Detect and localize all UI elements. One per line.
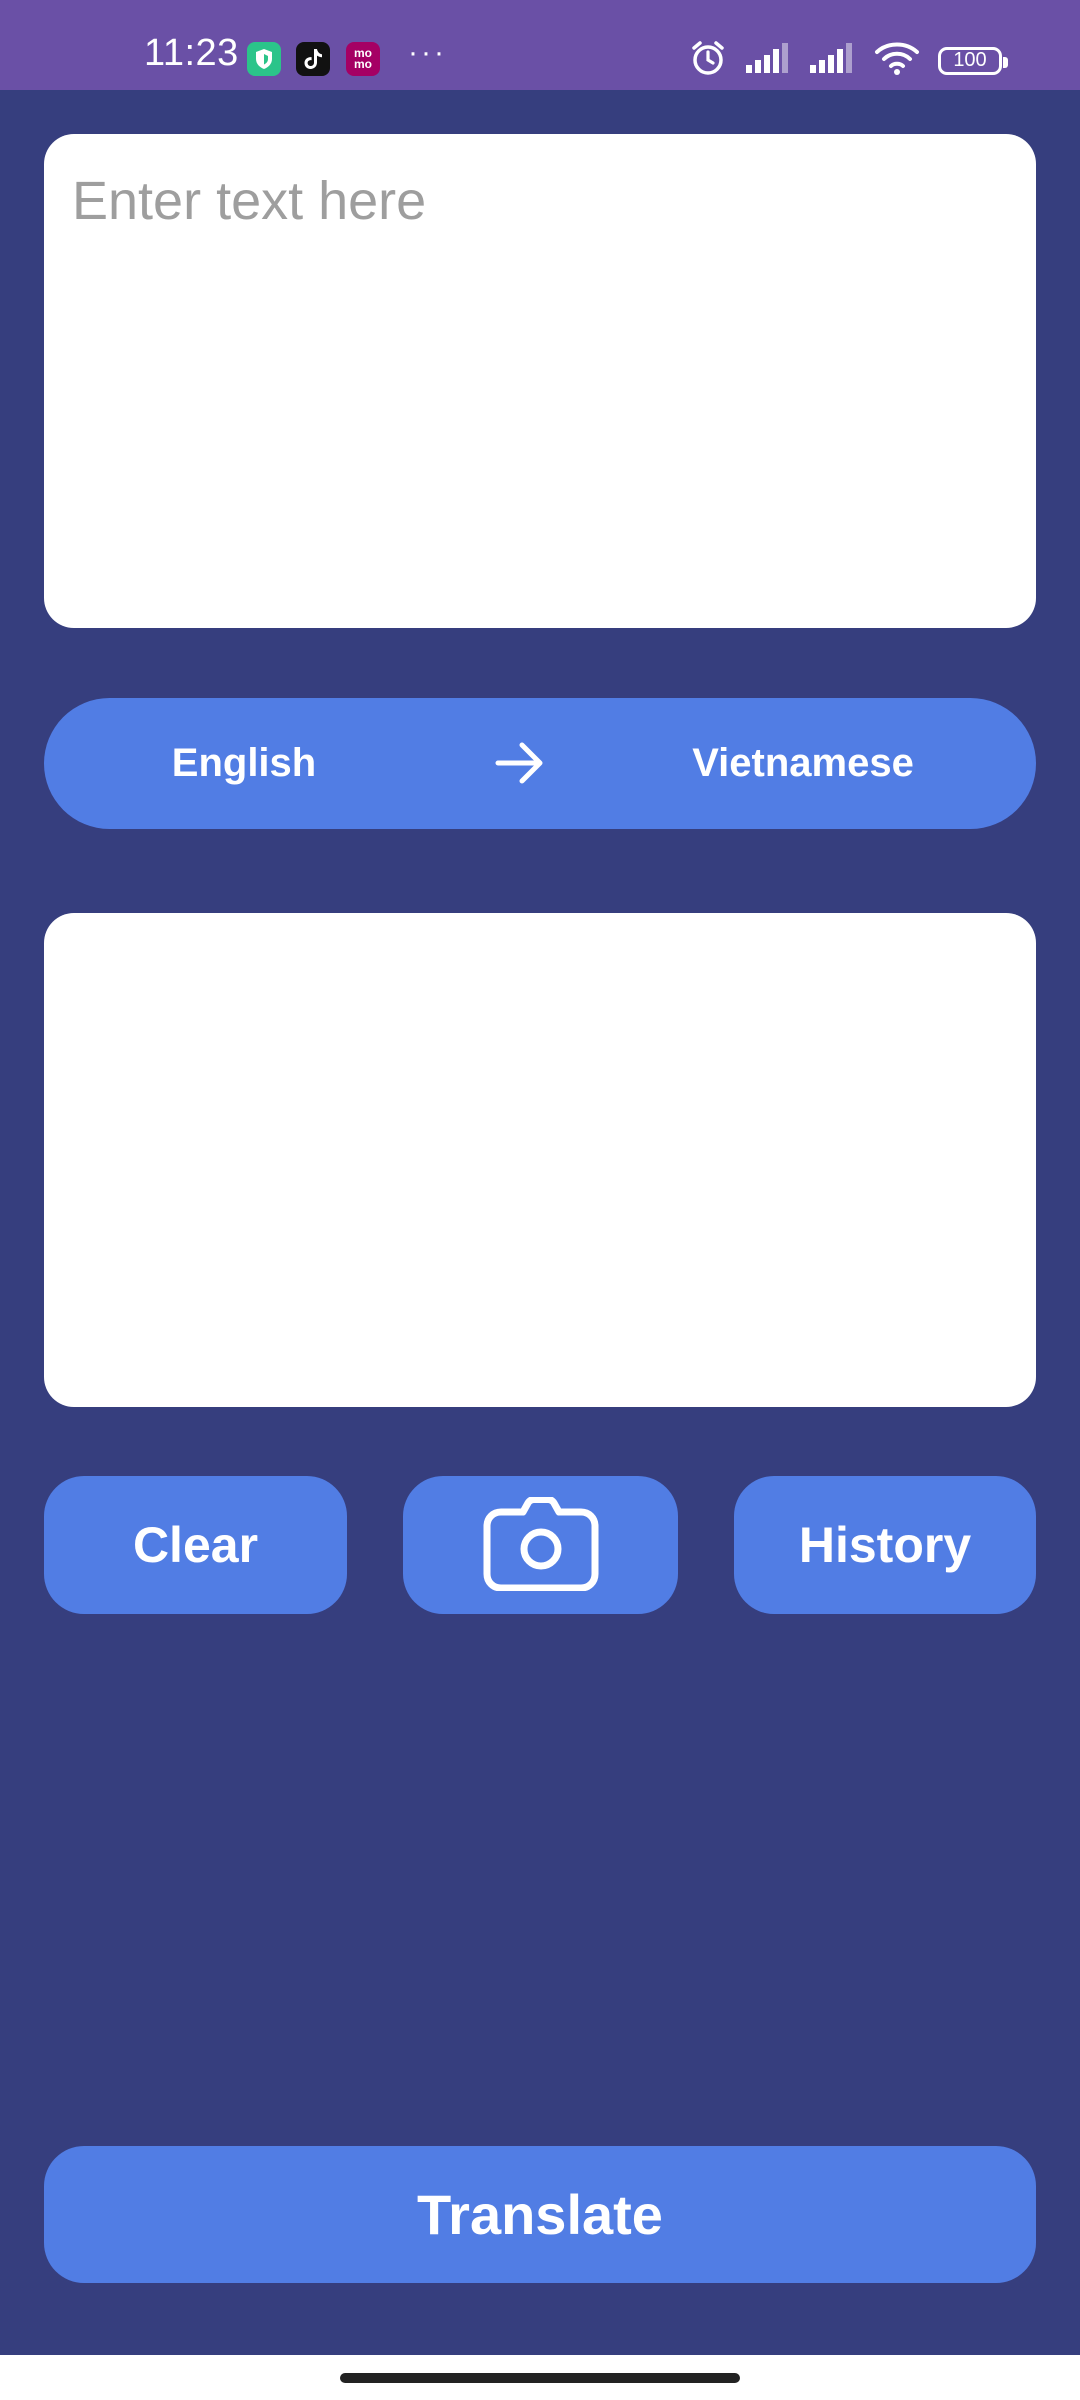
- source-text-card: [44, 134, 1036, 628]
- clear-button[interactable]: Clear: [44, 1476, 347, 1614]
- language-selector-bar: English Vietnamese: [44, 698, 1036, 829]
- battery-icon: 100: [938, 46, 1008, 75]
- shield-icon: [247, 42, 281, 76]
- status-bar: 11:23 mo mo ··· 100: [0, 0, 1080, 90]
- history-button[interactable]: History: [734, 1476, 1036, 1614]
- translation-output-text: [44, 913, 1036, 985]
- signal-icon: [746, 43, 792, 78]
- translation-output-card: [44, 913, 1036, 1407]
- source-text-input[interactable]: [44, 134, 1036, 628]
- translate-button[interactable]: Translate: [44, 2146, 1036, 2283]
- status-right: 100: [688, 38, 1008, 83]
- source-language-button[interactable]: English: [124, 698, 364, 829]
- overflow-indicator: ···: [408, 36, 447, 69]
- status-time: 11:23: [144, 32, 239, 74]
- signal-icon: [810, 43, 856, 78]
- target-language-button[interactable]: Vietnamese: [658, 698, 948, 829]
- momo-icon: mo mo: [346, 42, 380, 76]
- arrow-right-icon[interactable]: [492, 735, 548, 791]
- tiktok-icon: [296, 42, 330, 76]
- wifi-icon: [874, 41, 920, 80]
- alarm-icon: [688, 38, 728, 83]
- camera-icon: [483, 1495, 599, 1594]
- camera-button[interactable]: [403, 1476, 678, 1614]
- navigation-bar: [0, 2355, 1080, 2400]
- home-indicator[interactable]: [340, 2373, 740, 2383]
